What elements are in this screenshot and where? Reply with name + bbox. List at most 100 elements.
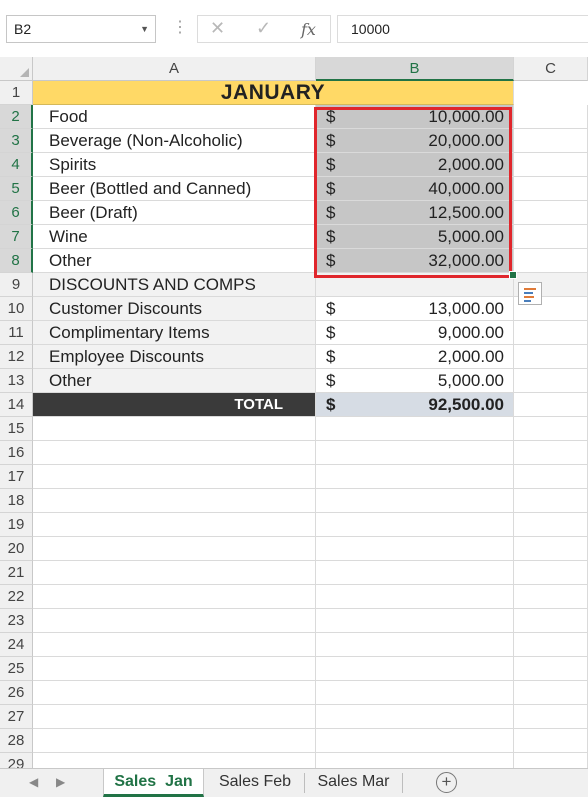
column-header-b[interactable]: B: [316, 57, 514, 81]
empty-cell[interactable]: [514, 729, 588, 753]
label-cell[interactable]: [33, 417, 316, 441]
label-cell[interactable]: [33, 537, 316, 561]
label-cell[interactable]: Other: [33, 249, 316, 273]
empty-cell[interactable]: [514, 537, 588, 561]
row-header[interactable]: 13: [0, 369, 33, 393]
row-header[interactable]: 21: [0, 561, 33, 585]
label-cell[interactable]: Employee Discounts: [33, 345, 316, 369]
empty-cell[interactable]: [514, 561, 588, 585]
label-cell[interactable]: Customer Discounts: [33, 297, 316, 321]
select-all-corner[interactable]: [0, 57, 33, 81]
tab-scroll-left-icon[interactable]: ◀: [29, 775, 38, 789]
label-cell[interactable]: [33, 513, 316, 537]
amount-cell[interactable]: [316, 705, 514, 729]
empty-cell[interactable]: [514, 705, 588, 729]
row-header[interactable]: 3: [0, 129, 33, 153]
empty-cell[interactable]: [514, 153, 588, 177]
amount-cell[interactable]: [316, 417, 514, 441]
amount-cell[interactable]: $2,000.00: [316, 153, 514, 177]
amount-cell[interactable]: $40,000.00: [316, 177, 514, 201]
label-cell[interactable]: Spirits: [33, 153, 316, 177]
empty-cell[interactable]: [514, 369, 588, 393]
row-header[interactable]: 15: [0, 417, 33, 441]
empty-cell[interactable]: [514, 321, 588, 345]
row-header[interactable]: 17: [0, 465, 33, 489]
fill-handle[interactable]: [509, 271, 517, 279]
label-cell[interactable]: Beer (Draft): [33, 201, 316, 225]
label-cell[interactable]: [33, 705, 316, 729]
row-header[interactable]: 23: [0, 609, 33, 633]
label-cell[interactable]: Beer (Bottled and Canned): [33, 177, 316, 201]
sheet-tab[interactable]: Sales Mar: [305, 769, 402, 797]
label-cell[interactable]: DISCOUNTS AND COMPS: [33, 273, 316, 297]
empty-cell[interactable]: [514, 105, 588, 129]
row-header[interactable]: 6: [0, 201, 33, 225]
empty-cell[interactable]: [514, 225, 588, 249]
amount-cell[interactable]: [316, 465, 514, 489]
amount-cell[interactable]: [316, 273, 514, 297]
empty-cell[interactable]: [514, 657, 588, 681]
amount-cell[interactable]: [316, 633, 514, 657]
amount-cell[interactable]: [316, 729, 514, 753]
label-cell[interactable]: [33, 465, 316, 489]
chevron-down-icon[interactable]: ▼: [140, 16, 149, 42]
amount-cell[interactable]: [316, 513, 514, 537]
enter-icon[interactable]: ✓: [256, 18, 271, 39]
label-cell[interactable]: [33, 657, 316, 681]
amount-cell[interactable]: $2,000.00: [316, 345, 514, 369]
row-header[interactable]: 22: [0, 585, 33, 609]
amount-cell[interactable]: [316, 441, 514, 465]
amount-cell[interactable]: [316, 585, 514, 609]
row-header[interactable]: 9: [0, 273, 33, 297]
row-header[interactable]: 12: [0, 345, 33, 369]
amount-cell[interactable]: [316, 657, 514, 681]
amount-cell[interactable]: [316, 489, 514, 513]
amount-cell[interactable]: $5,000.00: [316, 225, 514, 249]
empty-cell[interactable]: [514, 345, 588, 369]
empty-cell[interactable]: [514, 585, 588, 609]
row-header[interactable]: 18: [0, 489, 33, 513]
empty-cell[interactable]: [514, 129, 588, 153]
empty-cell[interactable]: [514, 393, 588, 417]
row-header[interactable]: 16: [0, 441, 33, 465]
label-cell[interactable]: Food: [33, 105, 316, 129]
row-header[interactable]: 7: [0, 225, 33, 249]
empty-cell[interactable]: [514, 441, 588, 465]
amount-cell[interactable]: [316, 537, 514, 561]
row-header[interactable]: 4: [0, 153, 33, 177]
quick-analysis-icon[interactable]: [518, 282, 542, 305]
insert-function-icon[interactable]: fx: [301, 20, 316, 39]
formula-input[interactable]: 10000: [337, 15, 588, 43]
column-header-a[interactable]: A: [33, 57, 316, 81]
add-sheet-button[interactable]: +: [436, 772, 457, 793]
amount-cell[interactable]: $5,000.00: [316, 369, 514, 393]
empty-cell[interactable]: [514, 633, 588, 657]
amount-cell[interactable]: $32,000.00: [316, 249, 514, 273]
row-header[interactable]: 8: [0, 249, 33, 273]
row-header[interactable]: 24: [0, 633, 33, 657]
amount-cell[interactable]: $9,000.00: [316, 321, 514, 345]
row-header[interactable]: 11: [0, 321, 33, 345]
empty-cell[interactable]: [514, 609, 588, 633]
amount-cell[interactable]: [316, 681, 514, 705]
row-header[interactable]: 26: [0, 681, 33, 705]
row-header[interactable]: 1: [0, 81, 33, 105]
total-label-cell[interactable]: TOTAL: [33, 393, 316, 417]
empty-cell[interactable]: [514, 201, 588, 225]
empty-cell[interactable]: [514, 489, 588, 513]
label-cell[interactable]: [33, 585, 316, 609]
label-cell[interactable]: [33, 441, 316, 465]
label-cell[interactable]: [33, 489, 316, 513]
empty-cell[interactable]: [514, 681, 588, 705]
amount-cell[interactable]: $13,000.00: [316, 297, 514, 321]
label-cell[interactable]: Complimentary Items: [33, 321, 316, 345]
amount-cell[interactable]: [316, 561, 514, 585]
column-header-c[interactable]: C: [514, 57, 588, 81]
row-header[interactable]: 20: [0, 537, 33, 561]
row-header[interactable]: 25: [0, 657, 33, 681]
more-dots-icon[interactable]: ⋮: [172, 16, 188, 40]
cancel-icon[interactable]: ✕: [210, 18, 225, 39]
row-header[interactable]: 5: [0, 177, 33, 201]
sheet-tab[interactable]: Sales Jan: [103, 769, 204, 797]
label-cell[interactable]: [33, 681, 316, 705]
